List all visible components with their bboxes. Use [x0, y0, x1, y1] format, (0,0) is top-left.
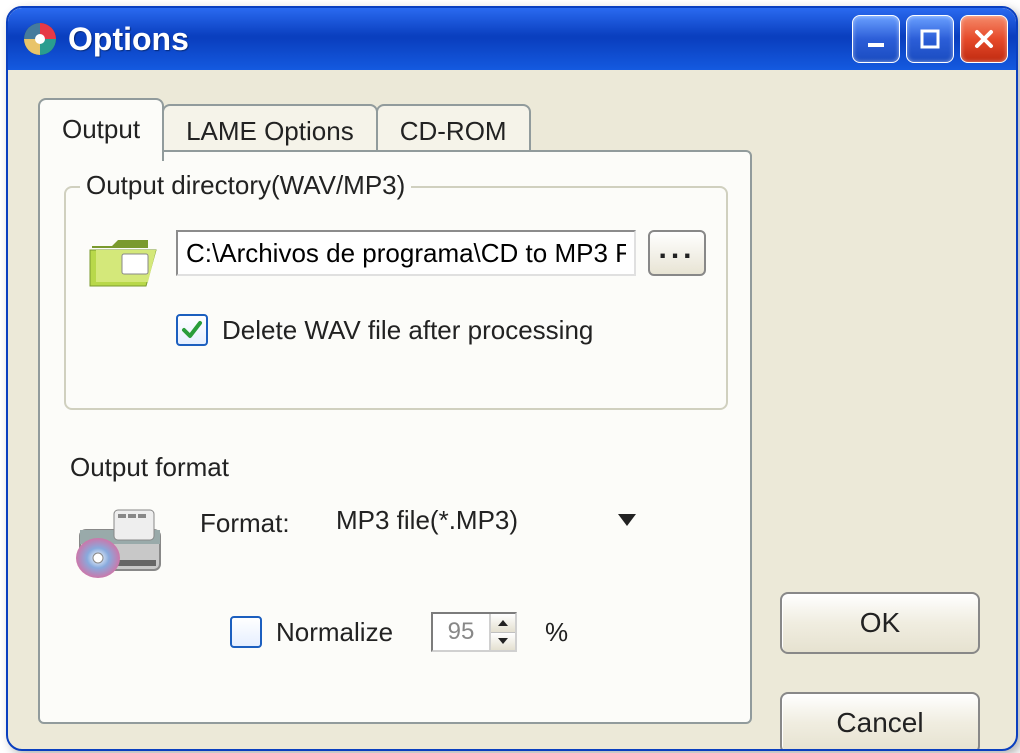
spinner-up-button[interactable]	[491, 614, 515, 633]
normalize-spinner[interactable]	[431, 612, 517, 652]
minimize-button[interactable]	[852, 15, 900, 63]
output-directory-legend: Output directory(WAV/MP3)	[80, 170, 411, 201]
percent-label: %	[545, 617, 568, 648]
normalize-row: Normalize %	[230, 612, 568, 652]
format-label: Format:	[200, 508, 290, 539]
output-directory-group: Output directory(WAV/MP3) ... Del	[64, 186, 728, 410]
chevron-down-icon	[618, 514, 636, 526]
titlebar[interactable]: Options	[8, 8, 1016, 70]
delete-wav-checkbox[interactable]	[176, 314, 208, 346]
delete-wav-row: Delete WAV file after processing	[176, 314, 593, 346]
format-select-value: MP3 file(*.MP3)	[336, 505, 518, 536]
cancel-button[interactable]: Cancel	[780, 692, 980, 751]
format-select[interactable]: MP3 file(*.MP3)	[324, 496, 644, 544]
browse-button[interactable]: ...	[648, 230, 706, 276]
close-button[interactable]	[960, 15, 1008, 63]
client-area: Output LAME Options CD-ROM Output direct…	[14, 72, 1010, 743]
options-window: Options Output LAME Options CD-ROM Outpu…	[6, 6, 1018, 751]
tab-output[interactable]: Output	[38, 98, 164, 161]
output-format-legend: Output format	[70, 452, 229, 483]
output-directory-input[interactable]	[176, 230, 636, 276]
cd-drive-icon	[70, 500, 170, 590]
normalize-value-input[interactable]	[433, 614, 489, 650]
tab-panel-output: Output directory(WAV/MP3) ... Del	[38, 150, 752, 724]
window-controls	[852, 15, 1008, 63]
ok-button[interactable]: OK	[780, 592, 980, 654]
app-icon	[22, 21, 58, 57]
window-title: Options	[68, 21, 852, 58]
folder-icon	[88, 232, 158, 292]
normalize-label: Normalize	[276, 617, 393, 648]
spinner-down-button[interactable]	[491, 633, 515, 651]
dialog-buttons: OK Cancel	[780, 592, 980, 751]
normalize-checkbox[interactable]	[230, 616, 262, 648]
maximize-button[interactable]	[906, 15, 954, 63]
delete-wav-label: Delete WAV file after processing	[222, 315, 593, 346]
